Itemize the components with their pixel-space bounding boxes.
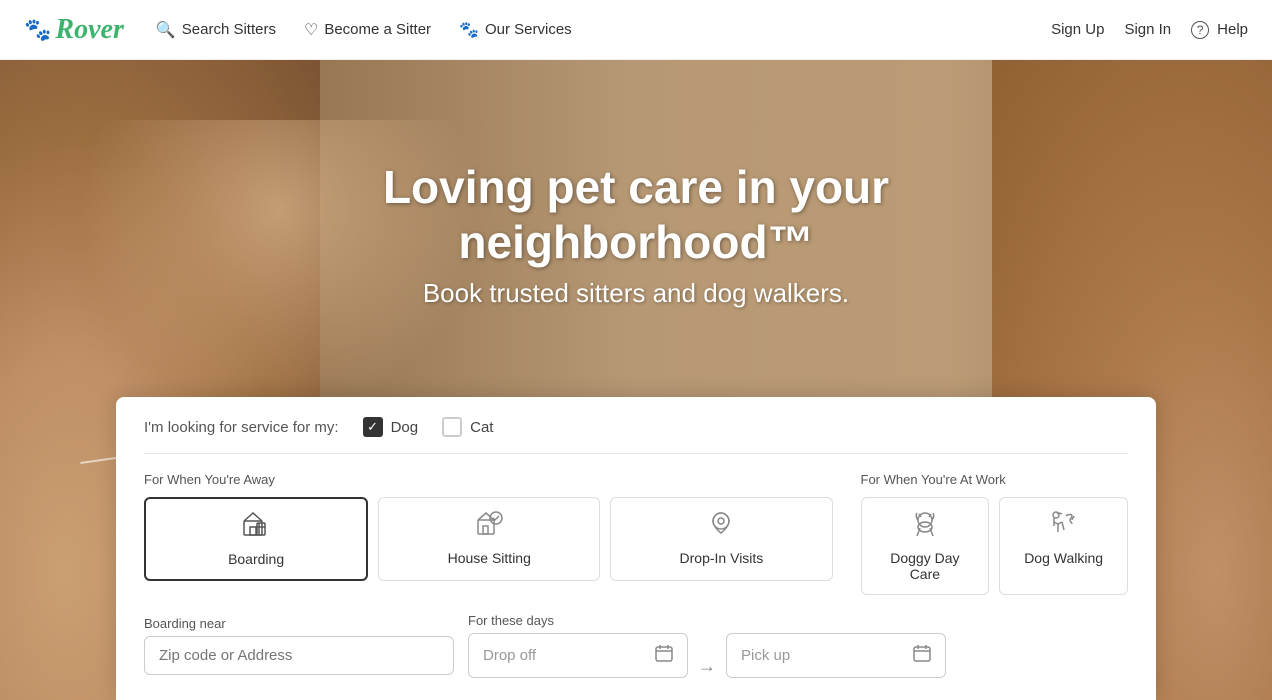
- drop-off-calendar-icon: [655, 644, 673, 667]
- sign-in-link[interactable]: Sign In: [1124, 21, 1171, 38]
- nav-our-services-label: Our Services: [485, 21, 572, 38]
- pick-up-calendar-icon: [913, 644, 931, 667]
- nav-search-sitters[interactable]: 🔍 Search Sitters: [156, 20, 276, 40]
- dates-input-group: For these days Drop off: [468, 613, 946, 678]
- house-sitting-card[interactable]: House Sitting: [378, 497, 600, 581]
- nav-right: Sign Up Sign In ? Help: [1051, 21, 1248, 39]
- pet-selector-label: I'm looking for service for my:: [144, 419, 339, 436]
- doggy-daycare-icon: [911, 510, 939, 542]
- pick-up-placeholder: Pick up: [741, 647, 790, 664]
- house-sitting-icon: [475, 510, 503, 542]
- boarding-icon: [242, 511, 270, 543]
- boarding-card[interactable]: Boarding: [144, 497, 368, 581]
- work-service-cards: Doggy Day Care: [861, 497, 1129, 595]
- logo-paw-icon: 🐾: [24, 17, 51, 43]
- drop-in-icon: [707, 510, 735, 542]
- search-inputs: Boarding near For these days Drop off: [144, 613, 1128, 678]
- date-range-arrow: →: [698, 656, 716, 677]
- away-category-label: For When You're Away: [144, 472, 833, 487]
- nav-become-sitter[interactable]: ♡ Become a Sitter: [304, 20, 431, 40]
- hero-headline: Loving pet care in your neighborhood™: [286, 160, 986, 270]
- away-category-group: For When You're Away: [144, 472, 833, 595]
- location-label: Boarding near: [144, 616, 454, 631]
- dog-label: Dog: [391, 419, 419, 436]
- help-link[interactable]: ? Help: [1191, 21, 1248, 39]
- dog-walking-card[interactable]: Dog Walking: [999, 497, 1128, 595]
- dog-walking-icon: [1050, 510, 1078, 542]
- boarding-label: Boarding: [228, 551, 284, 567]
- search-icon: 🔍: [156, 20, 176, 40]
- away-service-cards: Boarding: [144, 497, 833, 581]
- sign-up-link[interactable]: Sign Up: [1051, 21, 1104, 38]
- nav-become-sitter-label: Become a Sitter: [324, 21, 431, 38]
- search-panel: I'm looking for service for my: ✓ Dog Ca…: [116, 397, 1156, 700]
- doggy-daycare-card[interactable]: Doggy Day Care: [861, 497, 990, 595]
- house-sitting-label: House Sitting: [448, 550, 531, 566]
- doggy-daycare-label: Doggy Day Care: [878, 550, 973, 582]
- nav-search-sitters-label: Search Sitters: [182, 21, 276, 38]
- work-category-label: For When You're At Work: [861, 472, 1129, 487]
- service-categories: For When You're Away: [144, 472, 1128, 595]
- logo[interactable]: 🐾 Rover: [24, 14, 124, 46]
- hero-section: Loving pet care in your neighborhood™ Bo…: [0, 60, 1272, 700]
- service-section: For When You're Away: [144, 472, 1128, 595]
- dog-walking-label: Dog Walking: [1024, 550, 1103, 566]
- logo-text: Rover: [55, 14, 123, 46]
- location-input[interactable]: [144, 636, 454, 675]
- work-category-group: For When You're At Work: [861, 472, 1129, 595]
- hero-text-block: Loving pet care in your neighborhood™ Bo…: [286, 160, 986, 309]
- location-input-group: Boarding near: [144, 616, 454, 675]
- cat-checkbox[interactable]: [442, 417, 462, 437]
- cat-option[interactable]: Cat: [442, 417, 493, 437]
- nav-links: 🔍 Search Sitters ♡ Become a Sitter 🐾 Our…: [156, 20, 1051, 40]
- dog-checkbox[interactable]: ✓: [363, 417, 383, 437]
- paw-icon: 🐾: [459, 20, 479, 40]
- dates-label: For these days: [468, 613, 946, 628]
- dog-option[interactable]: ✓ Dog: [363, 417, 419, 437]
- drop-in-visits-label: Drop-In Visits: [680, 550, 764, 566]
- cat-label: Cat: [470, 419, 493, 436]
- pick-up-input[interactable]: Pick up: [726, 633, 946, 678]
- help-label: Help: [1217, 21, 1248, 38]
- navbar: 🐾 Rover 🔍 Search Sitters ♡ Become a Sitt…: [0, 0, 1272, 60]
- help-circle-icon: ?: [1191, 21, 1209, 39]
- drop-in-visits-card[interactable]: Drop-In Visits: [610, 497, 832, 581]
- pet-selector: I'm looking for service for my: ✓ Dog Ca…: [144, 417, 1128, 454]
- drop-off-input[interactable]: Drop off: [468, 633, 688, 678]
- hero-subheadline: Book trusted sitters and dog walkers.: [286, 278, 986, 309]
- drop-off-placeholder: Drop off: [483, 647, 536, 664]
- heart-icon: ♡: [304, 20, 318, 40]
- nav-our-services[interactable]: 🐾 Our Services: [459, 20, 572, 40]
